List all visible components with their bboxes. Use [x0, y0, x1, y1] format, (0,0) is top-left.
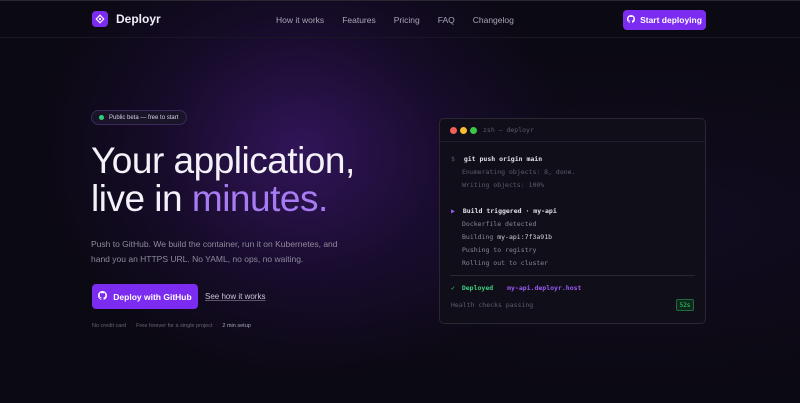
nav-link-faq[interactable]: FAQ: [438, 15, 455, 25]
play-icon: ▶: [451, 207, 455, 215]
terminal-line-command: $ git push origin main: [451, 155, 542, 163]
terminal-divider: [450, 275, 695, 276]
see-how-it-works-link[interactable]: See how it works: [205, 292, 265, 301]
fineprint-setup-time: 2 min setup: [222, 323, 251, 329]
building-image-tag: my-api:7f3a91b: [497, 233, 553, 241]
minimize-dot-icon[interactable]: [460, 127, 467, 134]
deployed-text: Deployed: [461, 284, 494, 292]
nav-link-features[interactable]: Features: [342, 15, 376, 25]
deploy-with-github-button[interactable]: Deploy with GitHub: [92, 284, 198, 309]
top-nav: Deployr How it works Features Pricing FA…: [0, 0, 800, 38]
brand-name: Deployr: [116, 12, 161, 26]
command-text: git push origin main: [463, 155, 543, 163]
check-icon: ✓: [451, 284, 455, 292]
headline-line-2-prefix: live in: [91, 178, 192, 219]
terminal-line-dockerfile: Dockerfile detected: [462, 220, 537, 228]
brand-logo[interactable]: Deployr: [92, 11, 161, 27]
deploy-url-link[interactable]: my-api.deployr.host: [507, 284, 581, 292]
deploy-with-github-label: Deploy with GitHub: [113, 291, 192, 302]
terminal-line-building: Building my-api:7f3a91b: [462, 233, 552, 241]
close-dot-icon[interactable]: [450, 127, 457, 134]
prompt-symbol: $: [451, 155, 455, 163]
nav-link-how-it-works[interactable]: How it works: [276, 15, 324, 25]
hero-subtext: Push to GitHub. We build the container, …: [91, 239, 338, 264]
headline-line-1: Your application,: [91, 140, 355, 181]
building-prefix: Building: [462, 233, 498, 241]
hero-fineprint: No credit card · Free forever for a sing…: [92, 323, 251, 329]
fineprint-separator: ·: [216, 323, 219, 329]
deployr-logo-icon: [92, 11, 108, 27]
fineprint-separator: ·: [130, 323, 133, 329]
terminal-line-rolling: Rolling out to cluster: [462, 259, 549, 267]
beta-badge: Public beta — free to start: [91, 110, 188, 125]
deploy-timer-badge: 52s: [676, 299, 694, 311]
headline-accent-word: minutes.: [191, 178, 328, 219]
hero-headline: Your application, live in minutes.: [91, 142, 355, 218]
build-triggered-text: Build triggered · my-api: [462, 207, 557, 215]
maximize-dot-icon[interactable]: [470, 127, 477, 134]
terminal-line-pushing: Pushing to registry: [462, 246, 537, 254]
terminal-line-enumerating: Enumerating objects: 8, done.: [462, 168, 576, 176]
nav-link-changelog[interactable]: Changelog: [473, 15, 514, 25]
github-icon: [98, 291, 108, 302]
terminal-titlebar: zsh — deployr: [440, 119, 705, 142]
fineprint-no-card: No credit card: [92, 323, 127, 329]
terminal-line-health: Health checks passing: [451, 301, 534, 309]
fineprint-free-forever: Free forever for a single project: [136, 323, 213, 329]
terminal-window: zsh — deployr $ git push origin main Enu…: [439, 118, 706, 324]
terminal-line-build-triggered: ▶ Build triggered · my-api: [451, 207, 557, 215]
terminal-line-deployed: ✓ Deployed my-api.deployr.host: [451, 284, 581, 292]
nav-links: How it works Features Pricing FAQ Change…: [276, 15, 532, 25]
start-deploying-button[interactable]: Start deploying: [623, 10, 706, 30]
terminal-line-writing: Writing objects: 100%: [462, 181, 545, 189]
beta-badge-label: Public beta — free to start: [109, 114, 179, 121]
github-icon: [627, 15, 636, 25]
status-dot: [99, 115, 104, 120]
start-deploying-label: Start deploying: [640, 15, 702, 25]
nav-link-pricing[interactable]: Pricing: [394, 15, 420, 25]
terminal-title: zsh — deployr: [483, 126, 534, 134]
